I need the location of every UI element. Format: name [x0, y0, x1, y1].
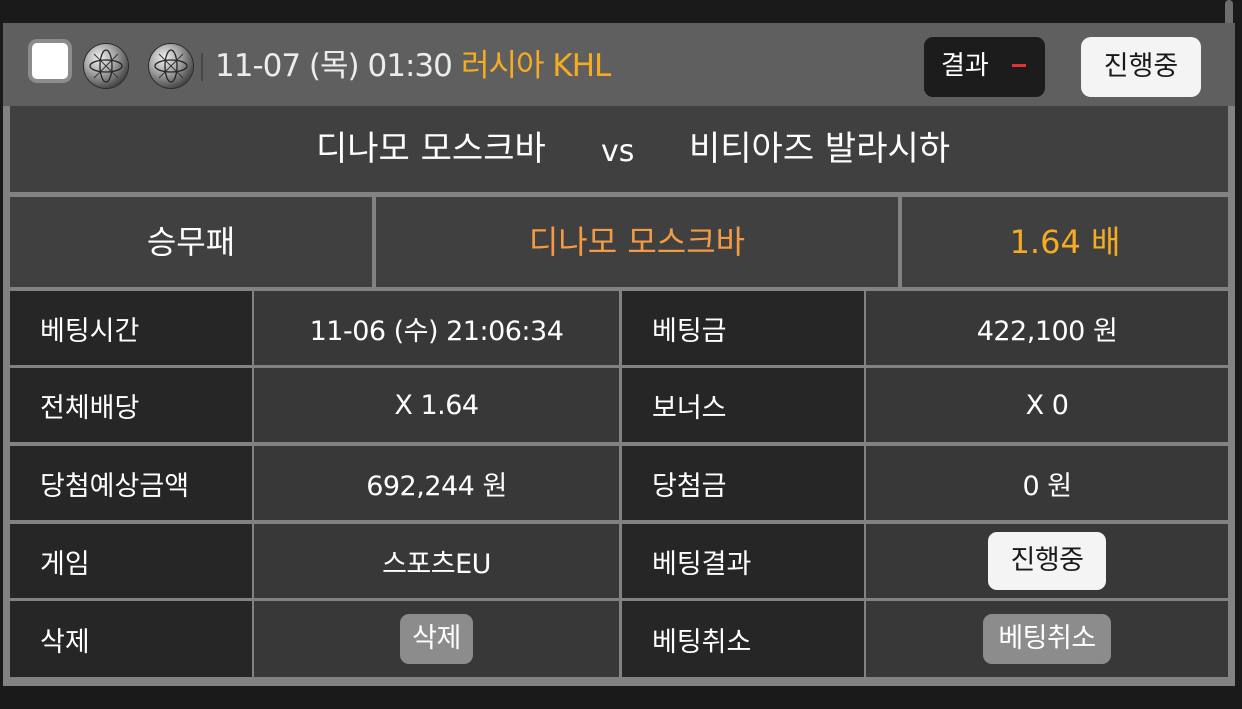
- result-label: 결과: [941, 51, 989, 81]
- cancel-label: 베팅취소: [622, 601, 864, 677]
- status-button[interactable]: 진행중: [1081, 37, 1201, 97]
- league-name: 러시아 KHL: [461, 48, 611, 84]
- expected-win-value: 692,244 원: [254, 446, 619, 520]
- header-divider: [201, 53, 203, 81]
- bet-result-cell: 진행중: [866, 524, 1228, 598]
- teams-row: 디나모 모스크바 vs 비티아즈 발라시하: [10, 106, 1228, 192]
- bet-amount-label: 베팅금: [622, 291, 864, 365]
- bet-time-value: 11-06 (수) 21:06:34: [254, 291, 619, 365]
- total-odds-label: 전체배당: [10, 368, 252, 442]
- sport-ball-icon: [84, 44, 128, 88]
- bonus-value: X 0: [866, 368, 1228, 442]
- cancel-cell: 베팅취소: [866, 601, 1228, 677]
- bet-result-label: 베팅결과: [622, 524, 864, 598]
- bet-time-label: 베팅시간: [10, 291, 252, 365]
- bet-amount-value: 422,100 원: [866, 291, 1228, 365]
- vs-label: vs: [601, 134, 635, 169]
- home-team: 디나모 모스크바: [316, 129, 546, 169]
- win-amount-value: 0 원: [866, 446, 1228, 520]
- select-checkbox[interactable]: [28, 39, 72, 83]
- expected-win-label: 당첨예상금액: [10, 446, 252, 520]
- delete-cell: 삭제: [254, 601, 619, 677]
- away-team: 비티아즈 발라시하: [689, 129, 951, 169]
- bonus-label: 보너스: [622, 368, 864, 442]
- result-indicator: 결과: [924, 37, 1045, 97]
- bet-card: 11-07 (목) 01:30 러시아 KHL 결과 진행중 디나모 모스크바 …: [3, 23, 1235, 686]
- card-header: 11-07 (목) 01:30 러시아 KHL 결과 진행중: [3, 23, 1235, 106]
- game-value: 스포츠EU: [254, 524, 619, 598]
- sport-ball-icon: [149, 44, 193, 88]
- match-datetime: 11-07 (목) 01:30: [215, 48, 453, 84]
- bet-odds: 1.64 배: [902, 197, 1228, 287]
- bet-pick: 디나모 모스크바: [376, 197, 898, 287]
- delete-label: 삭제: [10, 601, 252, 677]
- win-amount-label: 당첨금: [622, 446, 864, 520]
- game-label: 게임: [10, 524, 252, 598]
- cancel-bet-button[interactable]: 베팅취소: [983, 614, 1111, 664]
- total-odds-value: X 1.64: [254, 368, 619, 442]
- bet-type: 승무패: [10, 197, 372, 287]
- bet-result-button[interactable]: 진행중: [988, 532, 1106, 590]
- delete-button[interactable]: 삭제: [400, 614, 473, 664]
- result-dash-icon: [1012, 64, 1026, 67]
